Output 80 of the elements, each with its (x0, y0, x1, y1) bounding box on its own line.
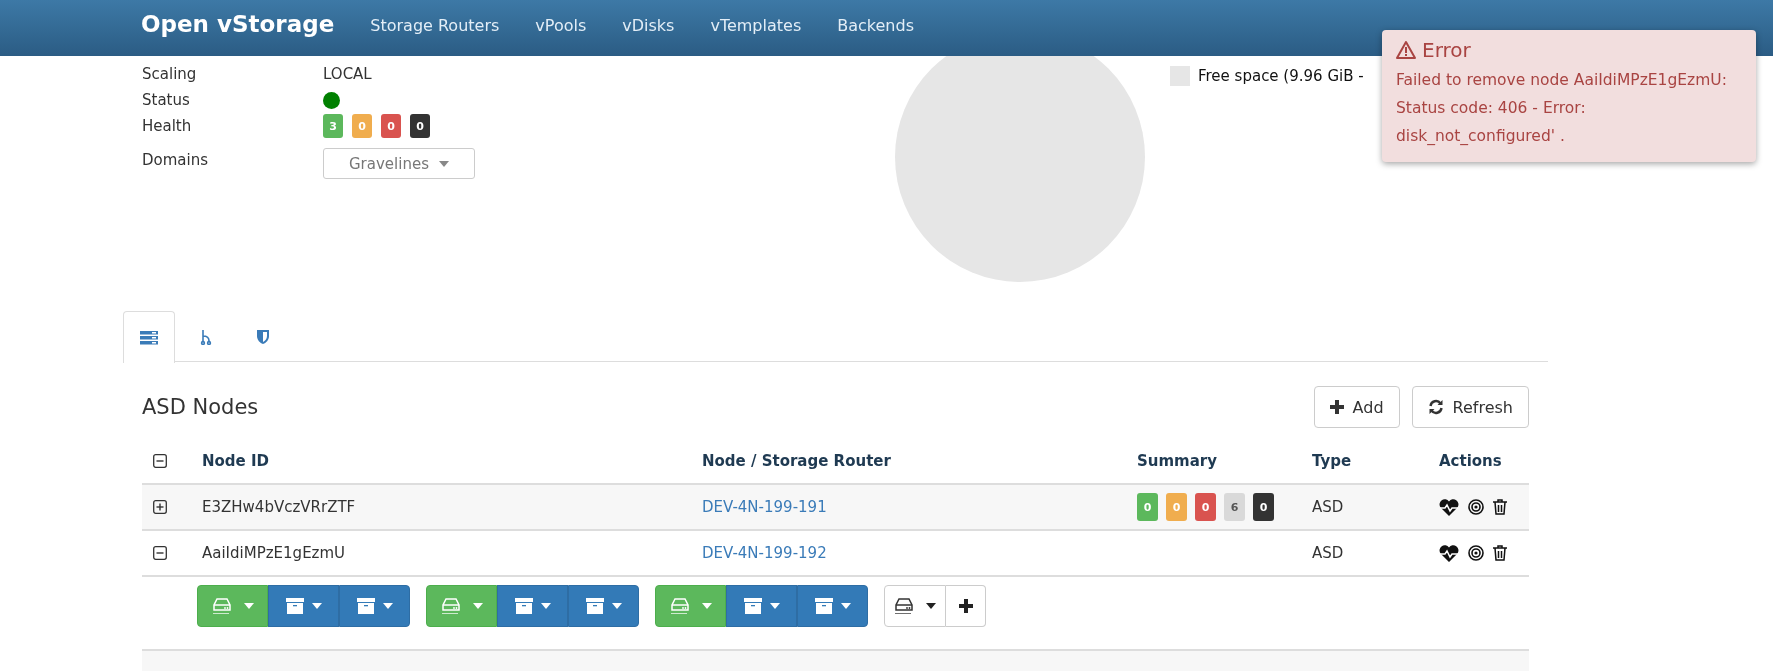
toast-title: Error (1422, 38, 1471, 62)
nav-link[interactable]: vDisks (622, 15, 675, 35)
tab[interactable] (123, 311, 175, 363)
detail-label: Health (142, 117, 193, 135)
plus-icon (1329, 400, 1344, 414)
caret-icon (840, 603, 851, 609)
section-title: ASD Nodes (142, 395, 259, 419)
plus-icon (958, 599, 973, 613)
caret-icon (611, 603, 622, 609)
archive-dropdown-button[interactable] (339, 585, 410, 627)
node-id-cell-text: E3ZHw4bVczVRrZTF (202, 498, 357, 516)
caret-icon (701, 603, 712, 609)
add-button[interactable]: Add (1313, 386, 1400, 428)
caret-icon (311, 603, 322, 609)
archive-icon (814, 598, 833, 614)
add-disk-button[interactable] (946, 585, 986, 627)
count-badge: 0 (1195, 493, 1216, 521)
count-badge: 0 (1137, 493, 1158, 521)
caret-icon (243, 603, 254, 609)
caret-icon (382, 603, 393, 609)
refresh-icon (1427, 399, 1444, 415)
legend-label: Free space (9.96 GiB - (1198, 67, 1364, 85)
warning-icon (1396, 41, 1416, 59)
heartbeat-icon[interactable] (1439, 544, 1459, 562)
archive-icon (285, 598, 304, 614)
column-header: Type (1312, 452, 1353, 470)
caret-icon (540, 603, 551, 609)
archive-dropdown-button[interactable] (797, 585, 868, 627)
target-icon[interactable] (1468, 545, 1484, 561)
archive-dropdown-button[interactable] (726, 585, 797, 627)
nav-link[interactable]: vPools (535, 15, 587, 35)
collapse-icon[interactable] (153, 546, 167, 560)
column-header: Actions (1439, 452, 1503, 470)
archive-dropdown-button[interactable] (497, 585, 568, 627)
detail-value: LOCAL (323, 65, 372, 83)
shield-icon (256, 328, 270, 345)
collapse-all-icon[interactable] (153, 454, 167, 468)
detail-label: Status (142, 91, 191, 109)
column-header: Summary (1137, 452, 1219, 470)
disk-dropdown-button[interactable] (884, 585, 946, 627)
storage-router-link[interactable]: DEV-4N-199-192 (702, 544, 827, 562)
nav-link[interactable]: vTemplates (710, 15, 802, 35)
column-header: Node / Storage Router (702, 452, 892, 470)
count-badge: 6 (1224, 493, 1245, 521)
caret-icon (926, 603, 936, 609)
heartbeat-icon[interactable] (1439, 498, 1459, 516)
count-badge: 0 (410, 114, 430, 138)
detail-label: Domains (142, 150, 210, 169)
server-icon (140, 330, 158, 345)
node-id-cell-text: AaiIdiMPzE1gEzmU (202, 544, 347, 562)
branch-icon (200, 328, 212, 345)
archive-dropdown-button[interactable] (268, 585, 339, 627)
storage-router-link[interactable]: DEV-4N-199-191 (702, 498, 827, 516)
detail-label: Scaling (142, 65, 198, 83)
archive-icon (585, 598, 604, 614)
archive-icon (514, 598, 533, 614)
logo[interactable]: Open vStorage (141, 11, 335, 37)
trash-icon[interactable] (1493, 545, 1507, 561)
count-badge: 3 (323, 114, 343, 138)
count-badge: 0 (352, 114, 372, 138)
archive-icon (743, 598, 762, 614)
type-cell-text: ASD (1312, 544, 1345, 562)
refresh-button[interactable]: Refresh (1411, 386, 1529, 428)
caret-icon (439, 160, 449, 167)
domain-dropdown[interactable]: Gravelines (323, 148, 475, 179)
column-header: Node ID (202, 452, 271, 470)
target-icon[interactable] (1468, 499, 1484, 515)
caret-icon (769, 603, 780, 609)
expand-icon[interactable] (153, 500, 167, 514)
archive-dropdown-button[interactable] (568, 585, 639, 627)
count-badge: 0 (1166, 493, 1187, 521)
nav-link[interactable]: Storage Routers (370, 15, 500, 35)
count-badge: 0 (1253, 493, 1274, 521)
type-cell-text: ASD (1312, 498, 1345, 516)
archive-icon (356, 598, 375, 614)
trash-icon[interactable] (1493, 499, 1507, 515)
toast-message: Failed to remove node AaiIdiMPzE1gEzmU: Status code: 406 - Error: disk_not_configured' . (1396, 70, 1728, 147)
nav-link[interactable]: Backends (837, 15, 914, 35)
count-badge: 0 (381, 114, 401, 138)
caret-icon (472, 603, 483, 609)
